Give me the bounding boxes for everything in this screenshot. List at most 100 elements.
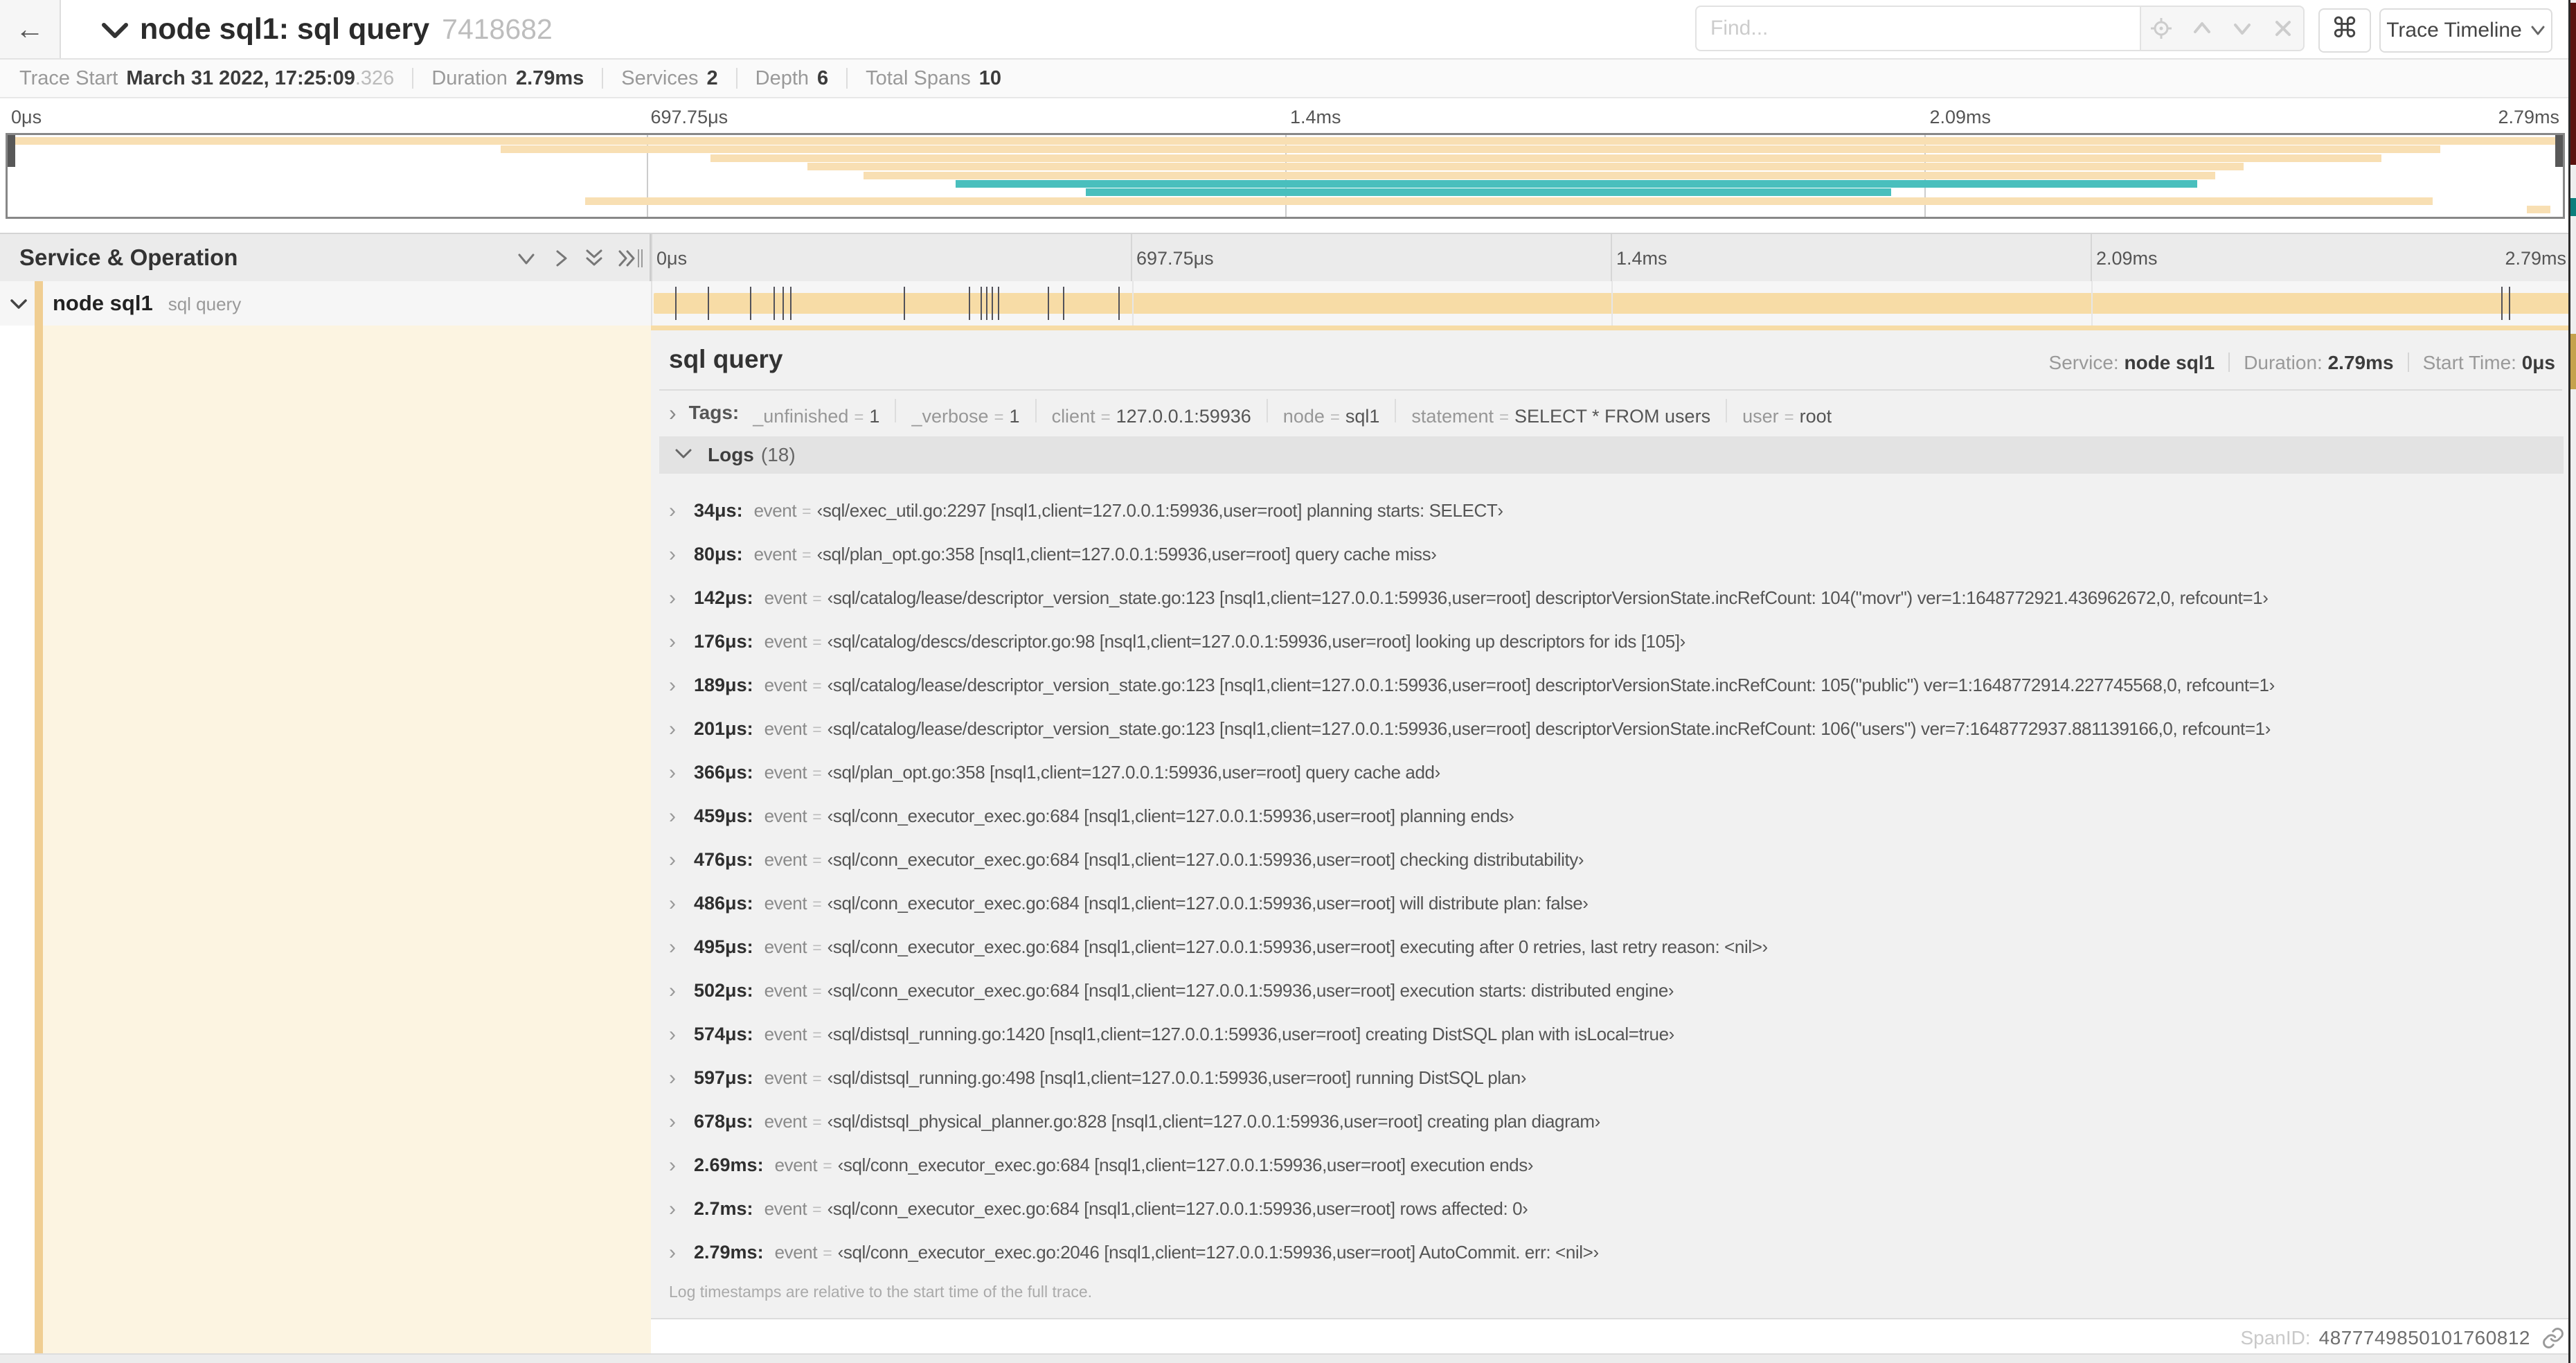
log-row[interactable]: › 80μs: event = ‹sql/plan_opt.go:358 [nsql1,… [669,533,2568,576]
log-text: event = ‹sql/conn_executor_exec.go:684 [ns… [764,1198,1528,1220]
log-expand-chevron-right-icon[interactable]: › [669,587,694,610]
log-equals: = [812,633,822,651]
log-expand-chevron-right-icon[interactable]: › [669,1110,694,1134]
collapse-one-icon[interactable] [515,247,537,269]
log-timestamp: 201μs: [694,718,753,739]
meta-label: Duration: [2244,352,2328,373]
summary-label: Depth [755,66,810,89]
service-operation-column-header: Service & Operation [0,234,651,281]
log-row[interactable]: › 176μs: event = ‹sql/catalog/descs/descript… [669,620,2568,663]
log-row[interactable]: › 486μs: event = ‹sql/conn_executor_exec.go:… [669,882,2568,925]
tags-row[interactable]: › Tags: _unfinished = 1 _verbose = 1 client = 12… [669,396,1832,429]
log-expand-chevron-right-icon[interactable]: › [669,718,694,741]
log-row[interactable]: › 476μs: event = ‹sql/conn_executor_exec.go:… [669,838,2568,882]
log-expand-chevron-right-icon[interactable]: › [669,848,694,872]
log-equals: = [812,938,822,956]
log-row[interactable]: › 366μs: event = ‹sql/plan_opt.go:358 [nsql1… [669,751,2568,794]
log-text: event = ‹sql/catalog/lease/descriptor_vers… [764,718,2271,740]
deep-link-icon[interactable] [2541,1326,2565,1350]
column-resizer-grip[interactable] [638,249,646,267]
minimap-right-scrubber[interactable] [2555,135,2563,167]
log-equals: = [812,677,822,695]
log-value: ‹sql/conn_executor_exec.go:684 [nsql1,cl… [827,805,1514,826]
log-marker [790,287,792,320]
log-value: ‹sql/conn_executor_exec.go:684 [nsql1,cl… [827,849,1584,870]
log-row[interactable]: › 201μs: event = ‹sql/catalog/lease/descript… [669,707,2568,751]
log-expand-chevron-right-icon[interactable]: › [669,1154,694,1177]
logs-section-header[interactable]: Logs (18) [659,436,2564,474]
log-value: ‹sql/conn_executor_exec.go:2046 [nsql1,c… [837,1242,1599,1263]
log-expand-chevron-right-icon[interactable]: › [669,1241,694,1265]
log-expand-chevron-right-icon[interactable]: › [669,805,694,828]
tick-label: 2.09ms [1929,107,1992,127]
span-row[interactable]: node sql1 sql query [0,281,2570,327]
log-timestamp: 189μs: [694,675,753,695]
log-timestamp: 495μs: [694,936,753,957]
tags-expand-chevron-right-icon[interactable]: › [669,400,677,426]
find-input[interactable] [1695,6,2140,51]
tick-label: 1.4ms [1290,107,1341,127]
log-field: event [764,1024,807,1044]
log-row[interactable]: › 502μs: event = ‹sql/conn_executor_exec.go:… [669,969,2568,1013]
next-result-icon[interactable] [2230,17,2254,40]
log-expand-chevron-right-icon[interactable]: › [669,1197,694,1221]
log-row[interactable]: › 574μs: event = ‹sql/distsql_running.go:142… [669,1013,2568,1056]
log-equals: = [812,982,822,1000]
span-row-timeline[interactable] [651,281,2570,326]
log-row[interactable]: › 678μs: event = ‹sql/distsql_physical_plann… [669,1100,2568,1143]
locate-span-icon[interactable] [2149,17,2173,40]
log-expand-chevron-right-icon[interactable]: › [669,892,694,916]
log-expand-chevron-right-icon[interactable]: › [669,630,694,654]
log-expand-chevron-right-icon[interactable]: › [669,674,694,697]
back-button[interactable]: ← [0,0,61,58]
log-expand-chevron-right-icon[interactable]: › [669,936,694,959]
span-collapse-chevron-down-icon[interactable] [10,298,28,314]
log-field: event [774,1242,818,1263]
log-text: event = ‹sql/conn_executor_exec.go:684 [ns… [764,980,1674,1001]
log-equals: = [812,720,822,738]
log-row[interactable]: › 459μs: event = ‹sql/conn_executor_exec.go:… [669,794,2568,838]
separator [1395,398,1397,422]
log-expand-chevron-right-icon[interactable]: › [669,979,694,1003]
trace-minimap[interactable] [6,133,2565,219]
log-row[interactable]: › 495μs: event = ‹sql/conn_executor_exec.go:… [669,925,2568,969]
meta-item: Service: node sql1 [2049,352,2215,373]
log-field: event [764,675,807,695]
clear-search-icon[interactable] [2271,17,2295,40]
expand-one-icon[interactable] [550,247,572,269]
span-color-accent-line [651,326,2570,330]
expand-all-icon[interactable] [616,247,638,269]
summary-item: Depth 6 [755,67,829,90]
span-row-name-column[interactable]: node sql1 sql query [0,281,651,326]
log-row[interactable]: › 142μs: event = ‹sql/catalog/lease/descript… [669,576,2568,620]
prev-result-icon[interactable] [2190,17,2214,40]
log-equals: = [812,1113,822,1131]
log-row[interactable]: › 2.79ms: event = ‹sql/conn_executor_exec.go… [669,1231,2568,1274]
log-expand-chevron-right-icon[interactable]: › [669,543,694,567]
logs-title: Logs [708,444,754,465]
minimap-span-bar [807,163,2244,171]
log-value: ‹sql/distsql_running.go:498 [nsql1,clien… [827,1067,1527,1088]
log-row[interactable]: › 2.69ms: event = ‹sql/conn_executor_exec.go… [669,1143,2568,1187]
log-row[interactable]: › 2.7ms: event = ‹sql/conn_executor_exec.go:… [669,1187,2568,1231]
span-id-footer: SpanID: 4877749850101760812 [651,1321,2565,1355]
log-row[interactable]: › 597μs: event = ‹sql/distsql_running.go:498… [669,1056,2568,1100]
log-value: ‹sql/conn_executor_exec.go:684 [nsql1,cl… [827,936,1769,957]
view-selector-dropdown[interactable]: Trace Timeline [2379,8,2552,53]
log-expand-chevron-right-icon[interactable]: › [669,1023,694,1046]
separator [895,398,897,422]
collapse-trace-chevron-down-icon[interactable] [101,21,129,44]
meta-value: 0μs [2521,352,2555,373]
minimap-span-bar [864,171,2216,179]
log-row[interactable]: › 34μs: event = ‹sql/exec_util.go:2297 [nsql… [669,489,2568,533]
log-text: event = ‹sql/distsql_running.go:498 [nsql1… [764,1067,1527,1089]
log-expand-chevron-right-icon[interactable]: › [669,761,694,785]
keyboard-shortcuts-button[interactable]: ⌘ [2318,8,2371,53]
minimap-left-scrubber[interactable] [8,135,15,167]
collapse-all-icon[interactable] [583,247,605,269]
span-color-strip [35,326,43,1363]
tick-label: 2.09ms [2096,248,2158,269]
log-expand-chevron-right-icon[interactable]: › [669,1067,694,1090]
log-row[interactable]: › 189μs: event = ‹sql/catalog/lease/descript… [669,663,2568,707]
log-expand-chevron-right-icon[interactable]: › [669,499,694,523]
